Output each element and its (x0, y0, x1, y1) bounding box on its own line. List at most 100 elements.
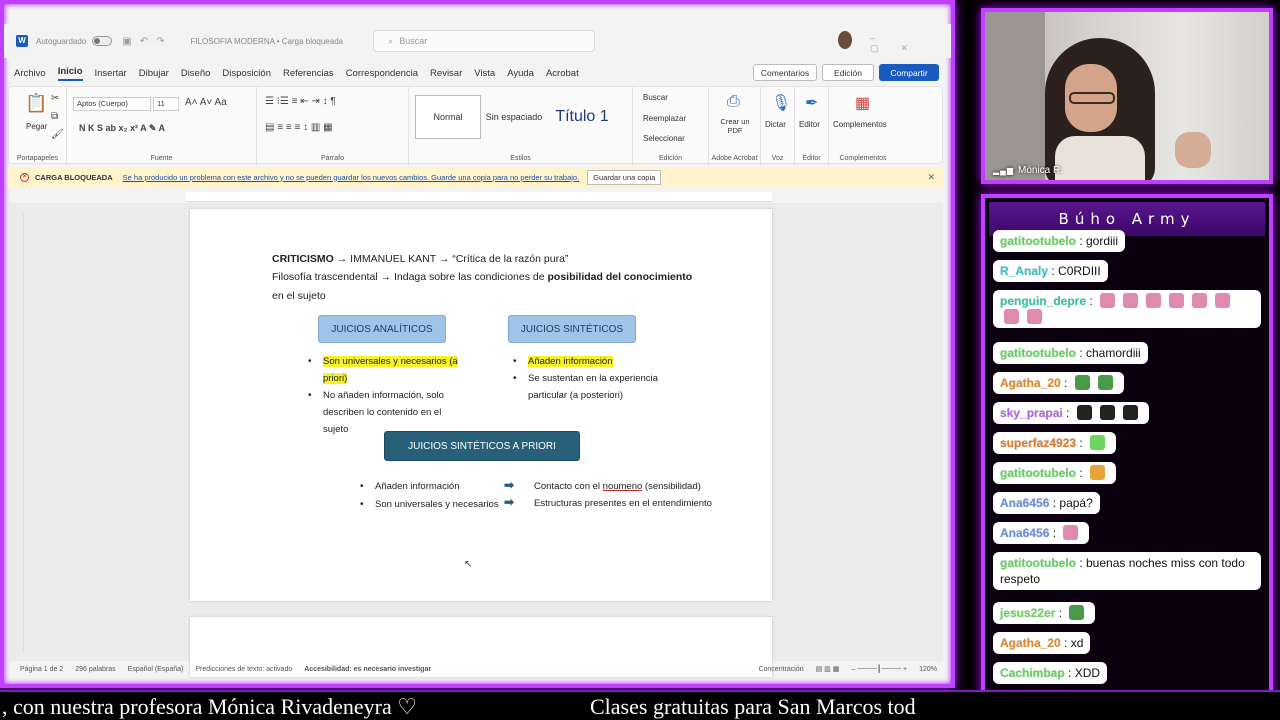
chat-username[interactable]: Ana6456 (1000, 496, 1049, 510)
view-controls: Concentración ▤ ▥ ▦ – ────┃──── + 120% (746, 665, 937, 674)
paste-icon[interactable]: 📋 (25, 93, 47, 114)
font-size-select[interactable]: 11 (153, 97, 179, 111)
style-heading1[interactable]: Título 1 (547, 95, 617, 139)
emote-icon (1090, 465, 1105, 480)
font-name-select[interactable]: Aptos (Cuerpo) (73, 97, 151, 111)
align-icons[interactable]: ▤ ≡ ≡ ≡ ↕ ▥ ▦ (265, 122, 333, 133)
zoom-slider[interactable]: – ────┃──── + (851, 665, 907, 673)
criticismo-text: CRITICISMO (272, 253, 334, 265)
tab-vista[interactable]: Vista (474, 68, 495, 79)
tab-referencias[interactable]: Referencias (283, 68, 334, 79)
tab-revisar[interactable]: Revisar (430, 68, 462, 79)
select-button[interactable]: Seleccionar (643, 134, 685, 143)
word-count[interactable]: 296 palabras (75, 666, 115, 673)
chat-username[interactable]: R_Analy (1000, 264, 1048, 278)
signal-icon: ▂▄▆ (993, 166, 1014, 175)
chat-message: gatitootubelo : buenas noches miss con t… (993, 552, 1261, 590)
zoom-level[interactable]: 120% (919, 666, 937, 673)
dictate-button[interactable]: Dictar (765, 120, 786, 129)
document-canvas[interactable]: CRITICISMO → IMMANUEL KANT → “Crítica de… (8, 203, 943, 677)
emote-icon (1074, 375, 1090, 390)
analiticos-bullet-1: • Son universales y necesarios (a priori) (308, 356, 458, 384)
emote-icon (1063, 525, 1079, 540)
paragraph-group-label: Párrafo (321, 155, 344, 162)
autosave-toggle[interactable] (92, 36, 113, 46)
style-no-spacing[interactable]: Sin espaciado (483, 95, 545, 139)
format-painter-icon[interactable]: 🖌 (51, 129, 64, 140)
chat-username[interactable]: gatitootubelo (1000, 556, 1076, 570)
arrow-right-icon: ➡ (504, 495, 515, 509)
tab-acrobat[interactable]: Acrobat (546, 68, 579, 79)
tab-correspondencia[interactable]: Correspondencia (346, 68, 418, 79)
replace-button[interactable]: Reemplazar (643, 114, 686, 123)
tab-insertar[interactable]: Insertar (95, 68, 127, 79)
share-button[interactable]: Compartir (879, 64, 939, 81)
tab-disposicion[interactable]: Disposición (222, 68, 271, 79)
chat-username[interactable]: Ana6456 (1000, 526, 1049, 540)
save-copy-button[interactable]: Guardar una copia (587, 169, 662, 185)
search-icon: ⌕ (388, 35, 394, 46)
chat-username[interactable]: Cachimbap (1000, 666, 1065, 680)
emote-icon (1215, 293, 1231, 308)
editor-group-label: Editor (802, 155, 821, 162)
tab-diseno[interactable]: Diseño (181, 68, 211, 79)
chat-message: Agatha_20 : (993, 372, 1124, 394)
comments-button[interactable]: Comentarios (753, 64, 817, 81)
chat-message: Agatha_20 : xd (993, 632, 1091, 654)
doc-line-3: en el sujeto (272, 290, 326, 302)
tab-dibujar[interactable]: Dibujar (139, 68, 169, 79)
chat-username[interactable]: Agatha_20 (1000, 636, 1061, 650)
view-icons[interactable]: ▤ ▥ ▦ (816, 665, 840, 673)
chat-username[interactable]: penguin_depre (1000, 294, 1086, 308)
avatar[interactable] (838, 31, 852, 49)
window-controls[interactable]: –▢✕ (870, 33, 951, 54)
document-page[interactable]: CRITICISMO → IMMANUEL KANT → “Crítica de… (190, 209, 772, 601)
autosave-label: Autoguardado (36, 36, 87, 46)
quick-access-icons[interactable]: ▣↶↷ (122, 36, 172, 47)
find-button[interactable]: Buscar (643, 93, 668, 102)
search-input[interactable]: ⌕ Buscar (373, 30, 596, 52)
addins-button[interactable]: Complementos (833, 120, 887, 129)
format-buttons[interactable]: N K S ab x₂ x² A ✎ A (79, 123, 165, 134)
predictions-status[interactable]: Predicciones de texto: activado (195, 666, 292, 673)
font-grow-icon[interactable]: A˄ A˅ Aa (185, 97, 227, 108)
style-normal[interactable]: Normal (415, 95, 481, 139)
copy-icon[interactable]: ⧉ (51, 111, 58, 122)
addins-grid-icon[interactable]: ▦ (855, 93, 870, 113)
editor-pen-icon[interactable]: ✒ (805, 93, 818, 113)
pdf-icon[interactable]: ⎙ (727, 93, 740, 111)
tab-archivo[interactable]: Archivo (14, 68, 46, 79)
microphone-icon[interactable]: 🎙 (771, 93, 791, 113)
page-count[interactable]: Página 1 de 2 (20, 666, 63, 673)
chat-message: R_Analy : C0RDIII (993, 260, 1108, 282)
horizontal-ruler[interactable] (186, 192, 772, 202)
apriori-bullet-1: • Añaden información (360, 481, 460, 492)
create-pdf-button[interactable]: Crear un PDF (715, 117, 755, 135)
emote-icon (1169, 293, 1185, 308)
chat-username[interactable]: gatitootubelo (1000, 346, 1076, 360)
accessibility-status[interactable]: Accesibilidad: es necesario investigar (304, 666, 431, 673)
cut-icon[interactable]: ✂ (51, 93, 59, 104)
trascendental-text: Filosofía trascendental → Indaga sobre l… (272, 271, 548, 283)
close-icon[interactable]: ✕ (927, 172, 935, 183)
chat-username[interactable]: gatitootubelo (1000, 466, 1076, 480)
chat-username[interactable]: sky_prapai (1000, 406, 1063, 420)
focus-button[interactable]: Concentración (758, 666, 803, 673)
editor-button[interactable]: Editor (799, 120, 820, 129)
chat-username[interactable]: jesus22er (1000, 606, 1055, 620)
chat-username[interactable]: superfaz4923 (1000, 436, 1076, 450)
list-icons[interactable]: ☰ ⁝☰ ≡ ⇤ ⇥ ↕ ¶ (265, 96, 336, 107)
box-juicios-a-priori: JUICIOS SINTÉTICOS A PRIORI (384, 431, 580, 461)
document-title[interactable]: FILOSOFIA MODERNA • Carga bloqueada (190, 37, 343, 46)
ticker-text-right: Clases gratuitas para San Marcos tod (590, 694, 916, 719)
tab-inicio[interactable]: Inicio (57, 66, 83, 81)
language-status[interactable]: Español (España) (128, 666, 184, 673)
chat-username[interactable]: Agatha_20 (1000, 376, 1061, 390)
notification-message[interactable]: Se ha producido un problema con este arc… (123, 173, 580, 182)
edit-mode-button[interactable]: Edición (822, 64, 874, 81)
paste-label[interactable]: Pegar (26, 122, 47, 131)
chat-username[interactable]: gatitootubelo (1000, 234, 1076, 248)
tab-ayuda[interactable]: Ayuda (507, 68, 534, 79)
title-bar: W Autoguardado ▣↶↷ FILOSOFIA MODERNA • C… (4, 24, 951, 58)
vertical-ruler[interactable] (16, 213, 24, 653)
